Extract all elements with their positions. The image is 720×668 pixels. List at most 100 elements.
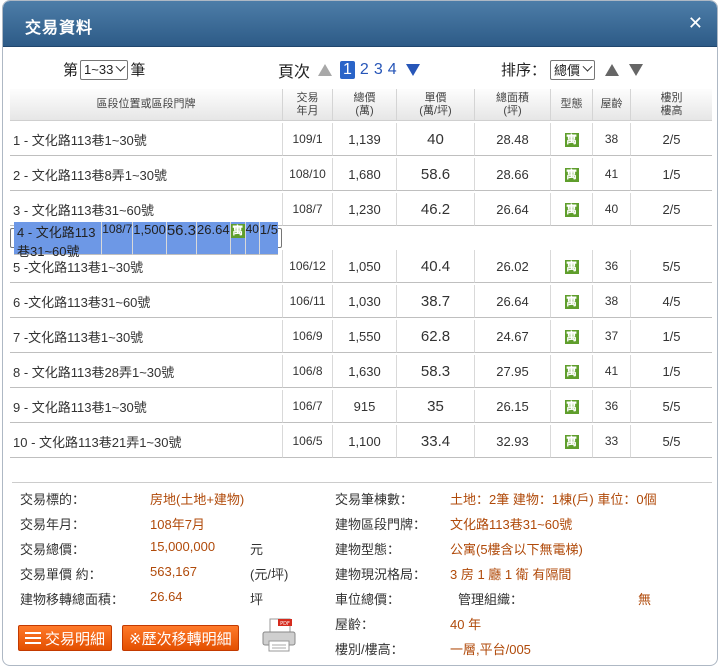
sort-select[interactable]: 總價 [550,59,596,80]
close-icon[interactable]: ✕ [688,14,703,32]
cell-floor: 4/5 [630,285,712,318]
cell-area: 26.64 [474,285,550,318]
cell-area: 28.66 [474,158,550,191]
cell-total: 1,630 [332,355,396,388]
cell-age: 37 [592,320,630,353]
cell-type: 寓 [550,355,592,388]
layout-value: 3 房 1 廳 1 衛 有隔間 [450,567,572,582]
list-icon [25,632,41,644]
table-row[interactable]: 7 -文化路113巷1~30號 106/9 1,550 62.8 24.67 寓 37 1/5 [10,320,712,353]
cell-date: 106/12 [282,250,332,283]
cell-unit-price: 58.3 [396,355,474,388]
cell-age: 41 [592,355,630,388]
cell-date: 108/7 [282,193,332,226]
cell-date: 108/7 [101,221,133,255]
floor-value: 一層,平台/005 [450,642,531,657]
window-title: 交易資料 [25,20,94,37]
record-range-select[interactable]: 1~33 [80,59,129,80]
sort-value: 總價 [554,63,581,78]
mgmt-value: 無 [638,592,652,607]
floor-label: 樓別/樓高： [335,642,404,657]
cell-age: 36 [592,250,630,283]
col-header-total: 總價 (萬) [332,89,396,121]
table-row[interactable]: 6 -文化路113巷31~60號 106/11 1,030 38.7 26.64 寓 38 4… [10,285,712,318]
cell-age: 38 [592,285,630,318]
table-row[interactable]: 5 -文化路113巷1~30號 106/12 1,050 40.4 26.02 寓 36 5/… [10,250,712,283]
cell-unit-price: 56.3 [165,221,197,255]
area-value: 26.64 [150,589,183,604]
type-badge: 寓 [564,133,579,147]
cell-address: 1 - 文化路113巷1~30號 [10,123,282,156]
unitprice-value: 563,167 [150,564,197,579]
pdf-printer-icon[interactable]: PDF [260,617,298,653]
cell-total: 1,030 [332,285,396,318]
table-row[interactable]: 8 - 文化路113巷28弄1~30號 106/8 1,630 58.3 27.95 寓 4… [10,355,712,388]
count-value: 土地：2筆 建物：1棟(戶) 車位：0個 [450,492,657,507]
cell-age: 41 [592,158,630,191]
cell-unit-price: 40 [396,123,474,156]
area-unit: 坪 [250,592,264,607]
table-row[interactable]: 9 - 文化路113巷1~30號 106/7 915 35 26.15 寓 36 5/5 [10,390,712,423]
mgmt-label: 管理組織： [458,592,524,607]
type-badge: 寓 [230,223,245,238]
type-badge: 寓 [564,365,579,379]
table-row[interactable]: 1 - 文化路113巷1~30號 109/1 1,139 40 28.48 寓 38 2/5 [10,123,712,156]
page-1[interactable]: 1 [340,61,355,79]
transaction-window: 交易資料 ✕ 第 1~33 筆 頁次 1 2 3 4 排序： 總價 區段位置或區… [2,0,718,666]
cell-total: 1,230 [332,193,396,226]
cell-area: 27.95 [474,355,550,388]
total-value: 15,000,000 [150,539,216,554]
sort-label: 排序： [501,62,547,79]
cell-age: 40 [244,221,259,255]
type-badge: 寓 [564,295,579,309]
next-page-icon[interactable] [405,64,420,76]
target-label: 交易標的： [20,492,86,507]
unitprice-unit: (元/坪) [250,567,289,582]
total-label: 交易總價： [20,542,86,557]
cell-floor: 5/5 [630,250,712,283]
chevron-down-icon [582,61,593,72]
cell-type: 寓 [229,221,245,255]
cell-unit-price: 40.4 [396,250,474,283]
layout-label: 建物現況格局： [335,567,427,582]
cell-unit-price: 46.2 [396,193,474,226]
transaction-details: 交易標的： 房地(土地+建物) 交易年月： 108年7月 交易總價： 15,00… [12,482,712,664]
history-label: ※歷次移轉明細 [129,630,232,648]
cell-total: 1,100 [332,425,396,458]
transaction-table: 區段位置或區段門牌 交易 年月 總價 (萬) 單價 (萬/坪) 總面積 (坪) 型態 屋… [10,87,712,460]
page-4[interactable]: 4 [388,61,397,79]
unitprice-label: 交易單價 約： [20,567,102,582]
cell-floor: 2/5 [630,123,712,156]
door-label: 建物區段門牌： [335,517,427,532]
cell-age: 33 [592,425,630,458]
table-row[interactable]: 2 - 文化路113巷8弄1~30號 108/10 1,680 58.6 28.66 寓 4… [10,158,712,191]
cell-total: 1,550 [332,320,396,353]
prev-page-icon[interactable] [318,64,333,76]
col-header-address: 區段位置或區段門牌 [10,89,282,121]
cell-area: 24.67 [474,320,550,353]
table-header: 區段位置或區段門牌 交易 年月 總價 (萬) 單價 (萬/坪) 總面積 (坪) 型態 屋… [10,89,712,121]
history-button[interactable]: ※歷次移轉明細 [122,625,239,651]
col-header-area: 總面積 (坪) [474,89,550,121]
page-2[interactable]: 2 [360,61,369,79]
cell-type: 寓 [550,193,592,226]
table-row[interactable]: 4 - 文化路113巷31~60號 108/7 1,500 56.3 26.64 寓 40 1… [10,221,282,259]
record-range: 第 1~33 筆 [63,59,145,80]
cell-age: 38 [592,123,630,156]
transaction-detail-button[interactable]: 交易明細 [18,625,113,651]
cell-date: 109/1 [282,123,332,156]
cell-type: 寓 [550,158,592,191]
col-header-type: 型態 [550,89,592,121]
cell-unit-price: 58.6 [396,158,474,191]
controls-bar: 第 1~33 筆 頁次 1 2 3 4 排序： 總價 [3,47,717,87]
chevron-down-icon [115,61,126,72]
page-3[interactable]: 3 [374,61,383,79]
table-row[interactable]: 10 - 文化路113巷21弄1~30號 106/5 1,100 33.4 32.93 寓… [10,425,712,458]
cell-area: 26.64 [474,193,550,226]
cell-address: 10 - 文化路113巷21弄1~30號 [10,425,282,458]
sort-desc-icon[interactable] [629,63,644,76]
col-header-date: 交易 年月 [282,89,332,121]
sort-asc-icon[interactable] [605,63,620,76]
cell-floor: 1/5 [258,221,278,255]
cell-floor: 1/5 [630,355,712,388]
